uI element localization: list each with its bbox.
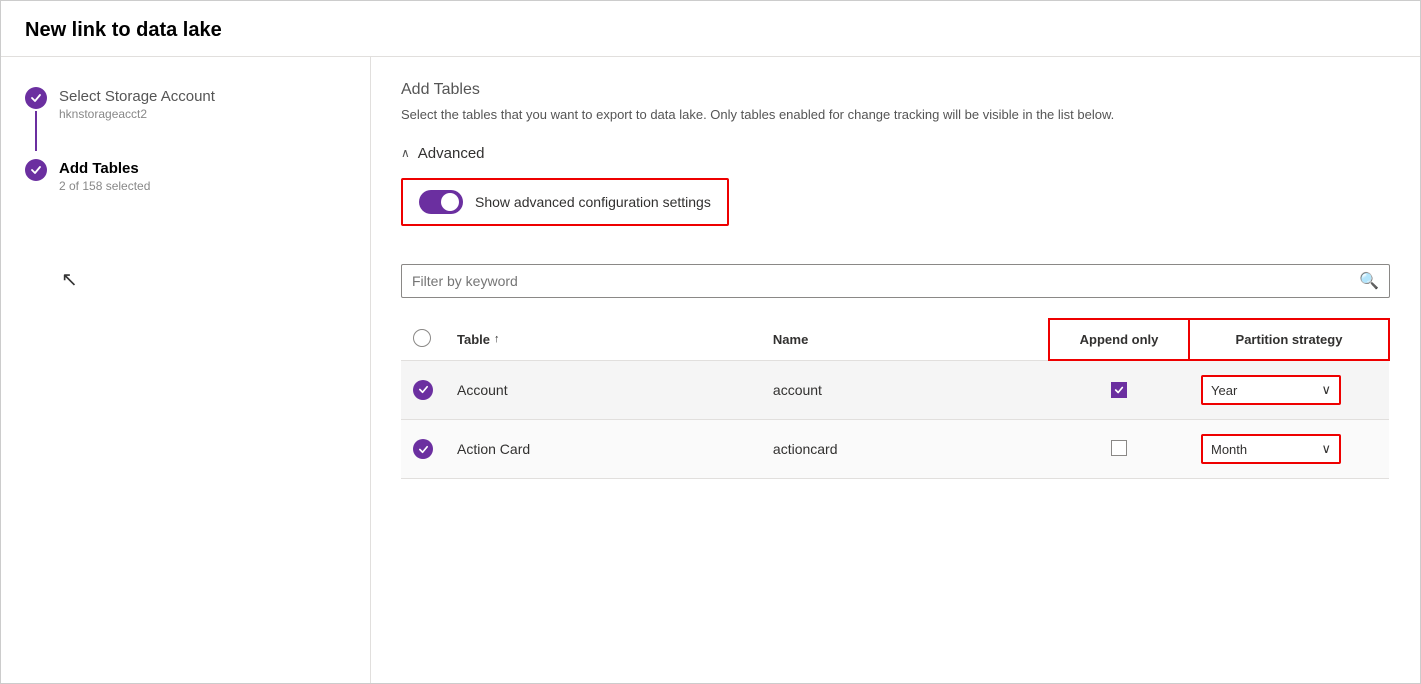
cursor-icon: ↖: [61, 267, 78, 292]
check-filled-icon-2: [413, 439, 433, 459]
row-append-actioncard[interactable]: [1049, 420, 1189, 479]
advanced-settings-toggle[interactable]: [419, 190, 463, 214]
table-col-label: Table ↑: [457, 332, 749, 347]
col-header-radio: [401, 319, 445, 361]
advanced-section: ∧ Advanced Show advanced configuration s…: [401, 145, 1390, 246]
col-header-append[interactable]: Append only: [1049, 319, 1189, 361]
col-header-name[interactable]: Name: [761, 319, 1049, 361]
advanced-label: Advanced: [418, 145, 485, 162]
filter-row: 🔍: [401, 264, 1390, 298]
step-connector-2: [25, 159, 47, 181]
page-header: New link to data lake: [1, 1, 1420, 57]
row-table-name-actioncard: Action Card: [445, 420, 761, 479]
step-line-1: [35, 111, 37, 151]
row-radio-actioncard[interactable]: [401, 420, 445, 479]
toggle-track: [419, 190, 463, 214]
col-header-partition[interactable]: Partition strategy: [1189, 319, 1389, 361]
dropdown-chevron-icon: ∨: [1321, 382, 1331, 398]
advanced-header[interactable]: ∧ Advanced: [401, 145, 1390, 162]
step-title-storage: Select Storage Account: [59, 88, 215, 105]
row-radio-account[interactable]: [401, 360, 445, 420]
page-body: Select Storage Account hknstorageacct2: [1, 57, 1420, 683]
step-title-tables: Add Tables: [59, 160, 150, 177]
dropdown-chevron-icon-2: ∨: [1321, 441, 1331, 457]
step-subtitle-storage: hknstorageacct2: [59, 107, 215, 121]
partition-dropdown-account[interactable]: Year ∨: [1201, 375, 1341, 405]
row-name-account: account: [761, 360, 1049, 420]
step-content-tables: Add Tables 2 of 158 selected: [59, 159, 150, 193]
table-col-text: Table: [457, 332, 490, 347]
step-circle-storage: [25, 87, 47, 109]
table-header-row: Table ↑ Name Append only Partition strat…: [401, 319, 1389, 361]
filter-input[interactable]: [412, 273, 1359, 289]
step-connector-1: [25, 87, 47, 151]
step-list: Select Storage Account hknstorageacct2: [25, 87, 346, 193]
toggle-thumb: [441, 193, 459, 211]
section-title: Add Tables: [401, 81, 1390, 99]
step-item-storage[interactable]: Select Storage Account hknstorageacct2: [25, 87, 346, 151]
row-append-account[interactable]: [1049, 360, 1189, 420]
step-item-tables[interactable]: Add Tables 2 of 158 selected: [25, 159, 346, 193]
table-row: Action Card actioncard Month ∨: [401, 420, 1389, 479]
chevron-up-icon: ∧: [401, 146, 410, 160]
section-desc: Select the tables that you want to expor…: [401, 105, 1390, 125]
col-header-table[interactable]: Table ↑: [445, 319, 761, 361]
header-radio[interactable]: [413, 329, 431, 347]
step-subtitle-tables: 2 of 158 selected: [59, 179, 150, 193]
checkbox-checked-icon: [1111, 382, 1127, 398]
row-table-name-account: Account: [445, 360, 761, 420]
search-icon: 🔍: [1359, 271, 1379, 291]
step-content-storage: Select Storage Account hknstorageacct2: [59, 87, 215, 121]
row-partition-actioncard[interactable]: Month ∨: [1189, 420, 1389, 479]
toggle-row[interactable]: Show advanced configuration settings: [401, 178, 729, 226]
row-name-actioncard: actioncard: [761, 420, 1049, 479]
checkbox-unchecked-icon: [1111, 440, 1127, 456]
check-filled-icon: [413, 380, 433, 400]
step-circle-tables: [25, 159, 47, 181]
data-table: Table ↑ Name Append only Partition strat…: [401, 318, 1390, 480]
page-title: New link to data lake: [25, 19, 1396, 42]
main-content: Add Tables Select the tables that you wa…: [371, 57, 1420, 683]
table-row: Account account: [401, 360, 1389, 420]
page-wrapper: New link to data lake: [0, 0, 1421, 684]
toggle-label: Show advanced configuration settings: [475, 194, 711, 210]
row-partition-account[interactable]: Year ∨: [1189, 360, 1389, 420]
partition-dropdown-actioncard[interactable]: Month ∨: [1201, 434, 1341, 464]
sidebar: Select Storage Account hknstorageacct2: [1, 57, 371, 683]
sort-asc-icon: ↑: [494, 333, 500, 345]
